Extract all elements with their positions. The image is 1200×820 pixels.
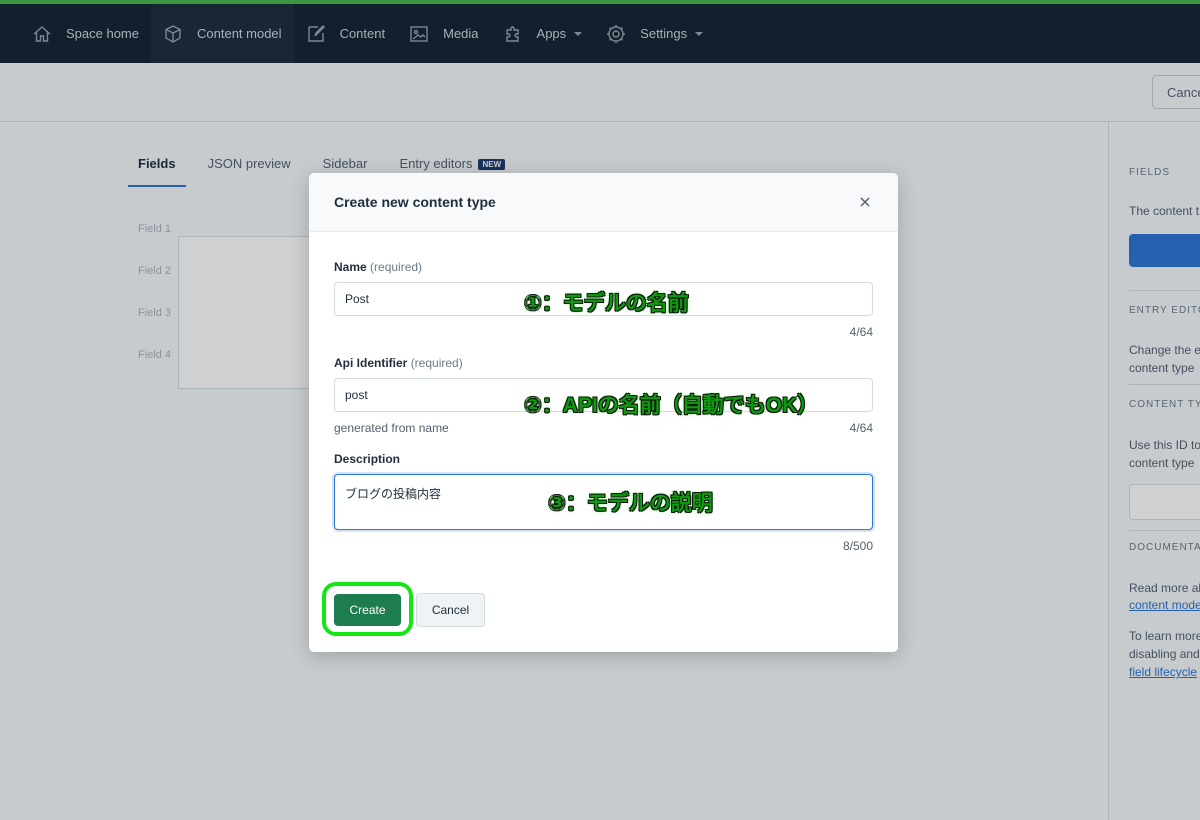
cancel-button[interactable]: Cancel <box>416 593 485 627</box>
dialog-header: Create new content type <box>309 173 898 232</box>
api-identifier-hint: generated from name <box>334 421 449 435</box>
close-button[interactable] <box>856 193 874 211</box>
required-tag: (required) <box>370 260 423 274</box>
name-label: Name (required) <box>334 260 422 274</box>
label-text: Api Identifier <box>334 356 408 370</box>
create-button[interactable]: Create <box>334 594 401 626</box>
annotation-name: ①：モデルの名前 <box>524 292 689 315</box>
field-value: ブログの投稿内容 <box>345 487 442 501</box>
required-tag: (required) <box>410 356 463 370</box>
label-text: Name <box>334 260 367 274</box>
description-char-count: 8/500 <box>842 539 873 553</box>
field-value: Post <box>345 292 370 306</box>
annotation-api: ②：APIの名前（自動でもOK） <box>524 394 819 417</box>
name-char-count: 4/64 <box>849 325 873 339</box>
description-label: Description <box>334 452 401 466</box>
field-value: post <box>345 388 368 402</box>
api-char-count: 4/64 <box>849 421 873 435</box>
close-icon <box>860 197 870 207</box>
dialog-title: Create new content type <box>334 194 496 210</box>
annotation-description: ③：モデルの説明 <box>548 492 713 515</box>
api-identifier-label: Api Identifier (required) <box>334 356 463 370</box>
